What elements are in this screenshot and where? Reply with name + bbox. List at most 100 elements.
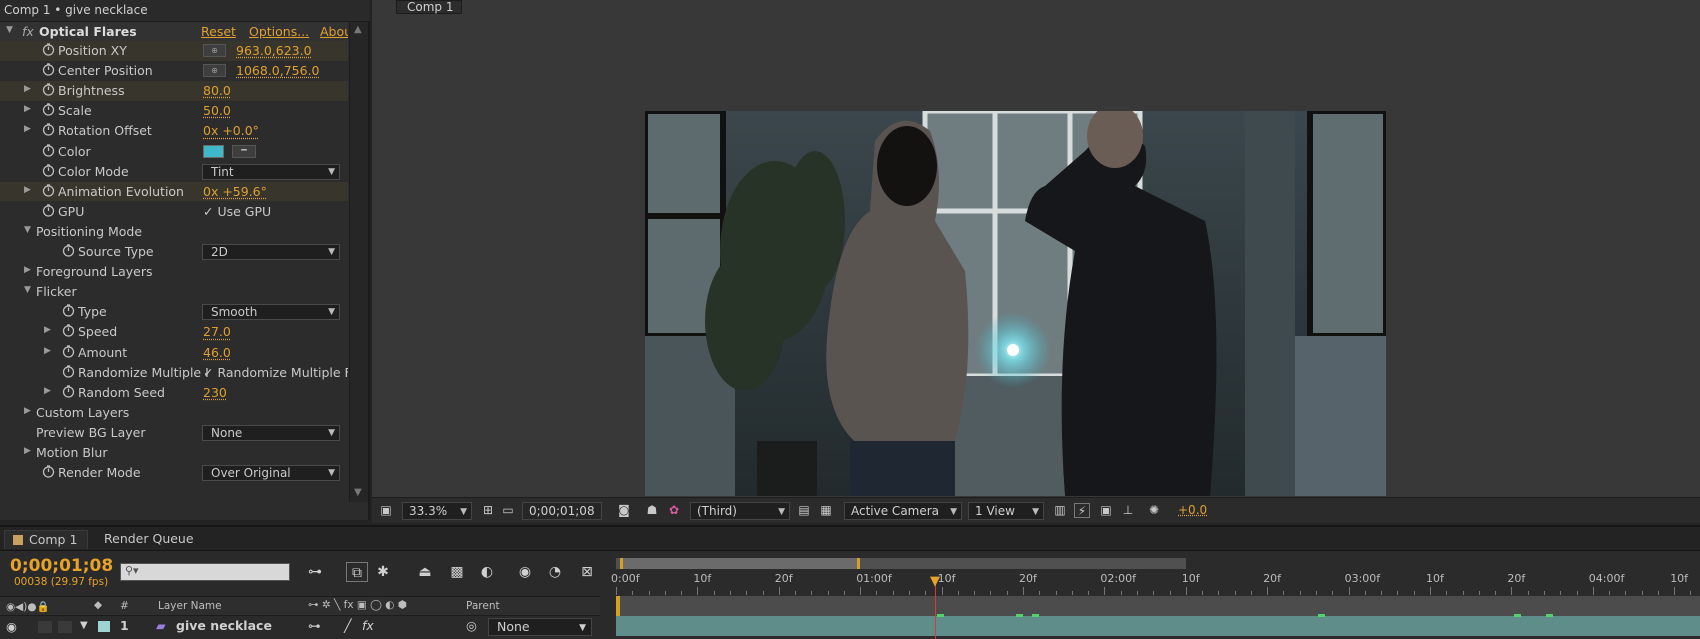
shy-switch-icon[interactable]: ⊶ [308,618,321,633]
region-of-interest-icon[interactable]: ▭ [500,503,516,518]
switches-icons[interactable]: ⊶ ✲ ╲ fx ▣ ◯ ◐ ⬢ [308,599,407,611]
about-link[interactable]: Abou [320,24,348,39]
resolution-dropdown[interactable]: (Third) ▼ [690,502,790,520]
av-features-icon[interactable]: ◉◀)●🔒 [6,600,50,613]
color-swatch[interactable] [203,144,224,158]
property-row[interactable]: ▶ Animation Evolution 0x +59.6° [0,181,348,202]
stopwatch-icon[interactable] [42,103,55,116]
property-checkbox[interactable]: ✓ Randomize Multiple F [203,365,348,380]
graph-editor-icon[interactable]: ◐ [476,562,498,582]
property-dropdown[interactable]: None ▼ [202,424,340,441]
property-row[interactable]: Type Smooth ▼ [0,302,348,322]
stopwatch-icon[interactable] [42,123,55,137]
quality-switch-icon[interactable]: ╱ [344,618,352,633]
property-row[interactable]: ▶ Scale 50.0 [0,101,348,121]
expand-triangle-icon[interactable]: ▶ [44,325,51,335]
property-value[interactable]: 50.0 [203,103,231,118]
property-value[interactable]: 0x +59.6° [203,184,267,199]
collapse-triangle-icon[interactable]: ▼ [6,25,13,35]
stopwatch-icon[interactable] [62,385,75,398]
crosshair-icon[interactable]: ⊕ [203,44,226,57]
effect-header-row[interactable]: ▼ fx Optical Flares Reset Options... Abo… [0,22,348,42]
column-layer-name[interactable]: Layer Name [158,600,222,612]
scroll-up-icon[interactable]: ▲ [354,24,362,35]
comp-start-marker[interactable] [616,596,620,616]
property-row[interactable]: ▶ Amount 46.0 [0,343,348,363]
pickwhip-icon[interactable]: ◎ [466,618,477,633]
audio-toggle[interactable] [38,621,52,633]
viewer-timecode[interactable]: 0;00;01;08 [522,502,602,520]
property-value[interactable]: 80.0 [203,83,231,98]
stopwatch-icon[interactable] [62,304,75,317]
time-ruler[interactable]: 0:00f 10f 20f 01:00f 10f 20f 02:00f 10f 20f 03:00… [611,570,1700,595]
expand-triangle-icon[interactable]: ▶ [24,185,31,195]
stopwatch-icon[interactable] [42,184,55,197]
expand-triangle-icon[interactable]: ▶ [24,84,31,94]
expand-triangle-icon[interactable]: ▶ [24,124,31,134]
auto-keyframe-icon[interactable]: ⊠ [576,562,598,582]
shy-layers-icon[interactable]: ✱ [372,562,394,582]
stopwatch-icon[interactable] [62,324,75,338]
property-row[interactable]: ▼ Positioning Mode [0,222,348,242]
collapse-triangle-icon[interactable]: ▼ [24,285,31,295]
exposure-value[interactable]: +0.0 [1178,502,1207,520]
motion-blur-icon[interactable]: ▩ [446,562,468,582]
property-value[interactable]: 46.0 [203,345,231,360]
property-row[interactable]: ▶ Rotation Offset 0x +0.0° [0,121,348,141]
snapshot-camera-icon[interactable]: ◙ [616,503,632,518]
exposure-icon[interactable]: ✺ [1146,503,1162,518]
comp-mini-flowchart-icon[interactable]: ⊶ [304,562,326,582]
camera-dropdown[interactable]: Active Camera ▼ [844,502,962,520]
current-time-indicator-icon[interactable]: ▼ [928,575,942,588]
property-row[interactable]: Randomize Multiple I ✓ Randomize Multiple… [0,363,348,383]
property-row[interactable]: ▶ Custom Layers [0,403,348,423]
property-row[interactable]: ▶ Random Seed 230 [0,383,348,403]
expand-layer-icon[interactable]: ▼ [80,620,88,631]
fast-previews-icon[interactable]: ▤ [796,503,812,518]
current-time-display[interactable]: 0;00;01;08 [10,556,113,576]
label-color-swatch[interactable] [98,621,110,632]
effects-scrollbar[interactable]: ▲ ▼ [349,22,368,502]
property-row[interactable]: Position XY ⊕ 963.0,623.0 [0,41,348,61]
stopwatch-icon[interactable] [42,43,55,56]
keyframe-marker[interactable] [937,614,944,617]
reset-link[interactable]: Reset [201,24,236,39]
layer-name[interactable]: give necklace [176,618,272,633]
property-row[interactable]: ▶ Foreground Layers [0,262,348,282]
transparency-grid-icon[interactable]: ▦ [818,503,834,518]
property-dropdown[interactable]: 2D ▼ [202,244,340,260]
timeline-search-input[interactable]: ⚲▾ [120,563,290,581]
keyframe-marker[interactable] [1546,614,1553,617]
keyframe-marker[interactable] [1514,614,1521,617]
property-dropdown[interactable]: Tint ▼ [202,163,340,180]
keyframe-marker[interactable] [1032,614,1039,617]
color-channels-icon[interactable]: ✿ [666,503,682,518]
stopwatch-icon[interactable] [42,83,55,96]
property-row[interactable]: ▶ Motion Blur [0,443,348,463]
label-tag-icon[interactable]: ◆ [94,599,102,611]
column-parent[interactable]: Parent [466,600,500,612]
work-area-range[interactable] [620,558,860,569]
scroll-down-icon[interactable]: ▼ [354,487,362,498]
fast-draft-icon[interactable]: ⚡ [1074,503,1090,518]
property-row[interactable]: ▼ Flicker [0,282,348,302]
property-row[interactable]: Center Position ⊕ 1068.0,756.0 [0,61,348,81]
stopwatch-icon[interactable] [62,344,75,358]
property-value[interactable]: 230 [203,385,227,400]
property-row[interactable]: ▶ Speed 27.0 [0,322,348,342]
timeline-icon[interactable]: ▣ [1098,503,1114,518]
property-row[interactable]: Source Type 2D ▼ [0,242,348,262]
toggle-mask-icon[interactable]: ▣ [378,503,394,518]
zoom-dropdown[interactable]: 33.3% ▼ [402,502,472,520]
property-row[interactable]: Preview BG Layer None ▼ [0,423,348,443]
expand-triangle-icon[interactable]: ▶ [44,346,51,356]
composition-frame[interactable] [645,111,1386,496]
frame-blending-icon[interactable]: ⏏ [414,562,436,582]
stopwatch-icon[interactable] [42,163,55,177]
eye-icon[interactable]: ◉ [6,619,17,634]
stopwatch-icon[interactable] [62,364,75,378]
show-snapshot-icon[interactable]: ☗ [644,503,660,518]
parent-dropdown[interactable]: None ▼ [488,618,592,636]
layer-duration-bar[interactable] [616,616,1700,636]
eyedropper-icon[interactable]: ━ [232,144,256,158]
